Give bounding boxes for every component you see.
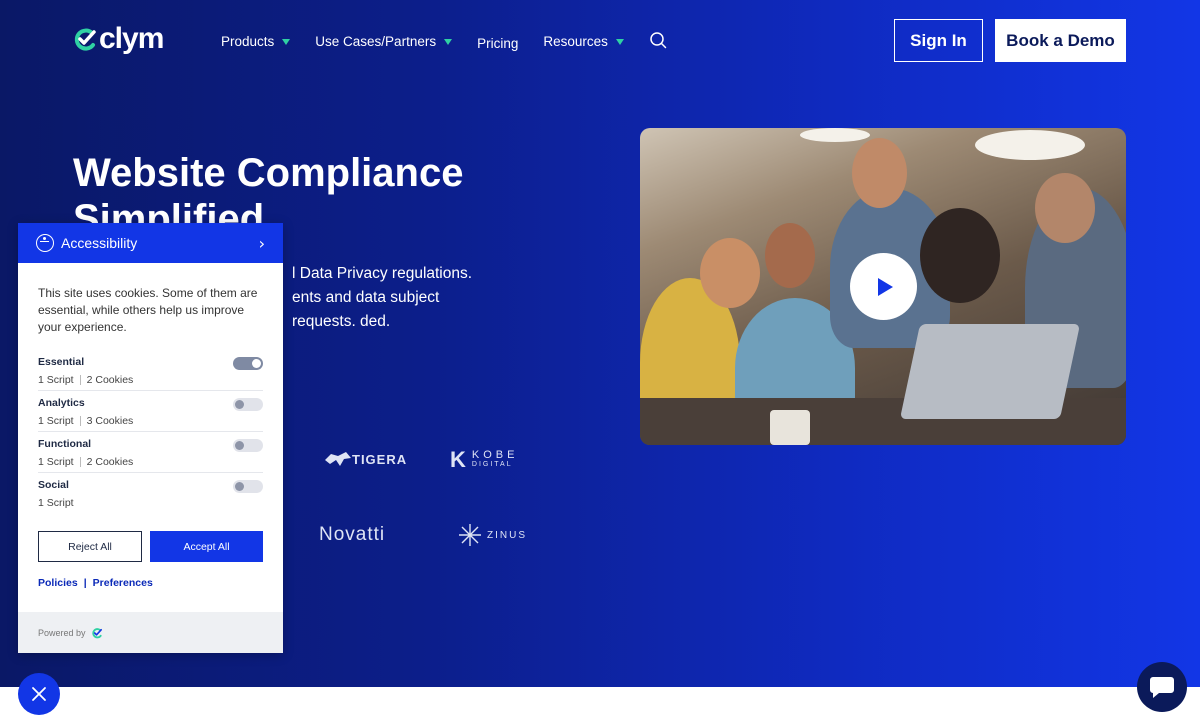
category-name: Essential <box>38 356 85 368</box>
coffee-cup <box>770 410 810 445</box>
person-shape <box>1035 173 1095 243</box>
nav-pricing[interactable]: Pricing <box>477 36 518 51</box>
chat-bubble-icon <box>1150 677 1174 698</box>
laptop-shape <box>899 324 1081 419</box>
cookie-links: Policies | Preferences <box>38 577 153 589</box>
cookie-consent-panel: Accessibility › This site uses cookies. … <box>18 223 283 653</box>
nav-use-cases-label: Use Cases/Partners <box>315 34 437 49</box>
chevron-down-icon <box>615 38 624 45</box>
reject-all-button[interactable]: Reject All <box>38 531 142 562</box>
close-consent-button[interactable] <box>18 673 60 715</box>
functional-toggle[interactable] <box>233 439 263 452</box>
category-name: Social <box>38 479 69 491</box>
toggle-knob <box>235 441 244 450</box>
cookie-intro-text: This site uses cookies. Some of them are… <box>38 286 258 334</box>
zinus-logo: ZINUS <box>457 522 527 548</box>
person-shape <box>852 138 907 208</box>
ceiling-lamp <box>800 128 870 142</box>
category-scripts: 1 Script <box>38 456 74 468</box>
category-scripts: 1 Script <box>38 415 74 427</box>
cookie-footer: Powered by <box>18 612 283 653</box>
play-button[interactable] <box>850 253 917 320</box>
toggle-knob <box>235 482 244 491</box>
accessibility-header[interactable]: Accessibility › <box>18 223 283 263</box>
kobe-text: KOBE <box>471 449 519 461</box>
tigera-logo: TIGERA <box>324 450 407 468</box>
meta-divider <box>79 375 81 385</box>
category-cookies: 3 Cookies <box>86 415 134 427</box>
ceiling-lamp <box>975 130 1085 160</box>
accessibility-title: Accessibility <box>61 235 138 251</box>
chat-button[interactable] <box>1137 662 1187 712</box>
zinus-flower-icon <box>459 524 481 546</box>
hero-description-text: l Data Privacy regulations. ents and dat… <box>292 265 473 330</box>
cookie-category-functional: Functional 1 Script 2 Cookies <box>38 432 263 473</box>
hero-video[interactable] <box>640 128 1126 445</box>
category-cookies: 2 Cookies <box>86 374 134 386</box>
sign-in-button[interactable]: Sign In <box>894 19 983 62</box>
category-name: Analytics <box>38 397 85 409</box>
clym-logo-icon <box>74 28 96 51</box>
close-icon <box>32 687 46 701</box>
essential-toggle[interactable] <box>233 357 263 370</box>
meta-divider <box>79 416 81 426</box>
nav-resources-label: Resources <box>543 34 608 49</box>
person-shape <box>765 223 815 288</box>
nav-pricing-label: Pricing <box>477 36 519 51</box>
person-shape <box>920 208 1000 303</box>
toggle-knob <box>235 400 244 409</box>
page-bottom-strip <box>0 687 1200 726</box>
chevron-down-icon <box>444 38 453 45</box>
kobe-digital-logo: K KOBE DIGITAL <box>450 449 518 471</box>
cookie-category-analytics: Analytics 1 Script 3 Cookies <box>38 391 263 432</box>
play-icon <box>878 277 893 296</box>
toggle-knob <box>252 359 261 368</box>
main-nav: Products Use Cases/Partners Pricing Reso… <box>221 32 649 51</box>
social-toggle[interactable] <box>233 480 263 493</box>
book-demo-button[interactable]: Book a Demo <box>995 19 1126 62</box>
chevron-down-icon <box>282 38 291 45</box>
novatti-text: Novatti <box>319 524 386 545</box>
cookie-category-social: Social 1 Script <box>38 473 263 514</box>
tigera-icon <box>325 452 351 466</box>
nav-resources[interactable]: Resources <box>543 34 624 49</box>
preferences-link[interactable]: Preferences <box>93 577 153 589</box>
accessibility-icon <box>36 234 54 252</box>
zinus-text: ZINUS <box>487 529 527 541</box>
person-shape <box>700 238 760 308</box>
cookie-categories: Essential 1 Script 2 Cookies Analytics 1… <box>18 336 283 514</box>
search-icon[interactable] <box>649 31 667 49</box>
cookie-actions: Reject All Accept All <box>38 531 263 562</box>
link-separator: | <box>83 577 87 589</box>
nav-products-label: Products <box>221 34 275 49</box>
category-scripts: 1 Script <box>38 374 74 386</box>
nav-products[interactable]: Products <box>221 34 291 49</box>
category-scripts: 1 Script <box>38 497 74 509</box>
category-name: Functional <box>38 438 92 450</box>
chevron-right-icon: › <box>258 233 265 253</box>
analytics-toggle[interactable] <box>233 398 263 411</box>
logo-text: clym <box>99 22 164 55</box>
accept-all-button[interactable]: Accept All <box>150 531 263 562</box>
kobe-k-icon: K <box>450 447 466 472</box>
category-cookies: 2 Cookies <box>86 456 134 468</box>
tigera-text: TIGERA <box>352 451 408 467</box>
nav-use-cases[interactable]: Use Cases/Partners <box>315 34 453 49</box>
kobe-digital-text: DIGITAL <box>471 461 513 468</box>
clym-logo[interactable]: clym <box>72 22 164 55</box>
novatti-logo: Novatti <box>319 524 385 546</box>
policies-link[interactable]: Policies <box>38 577 78 589</box>
cookie-category-essential: Essential 1 Script 2 Cookies <box>38 350 263 391</box>
powered-by-text: Powered by <box>38 627 86 638</box>
meta-divider <box>79 457 81 467</box>
clym-mini-logo-icon[interactable] <box>91 627 103 639</box>
